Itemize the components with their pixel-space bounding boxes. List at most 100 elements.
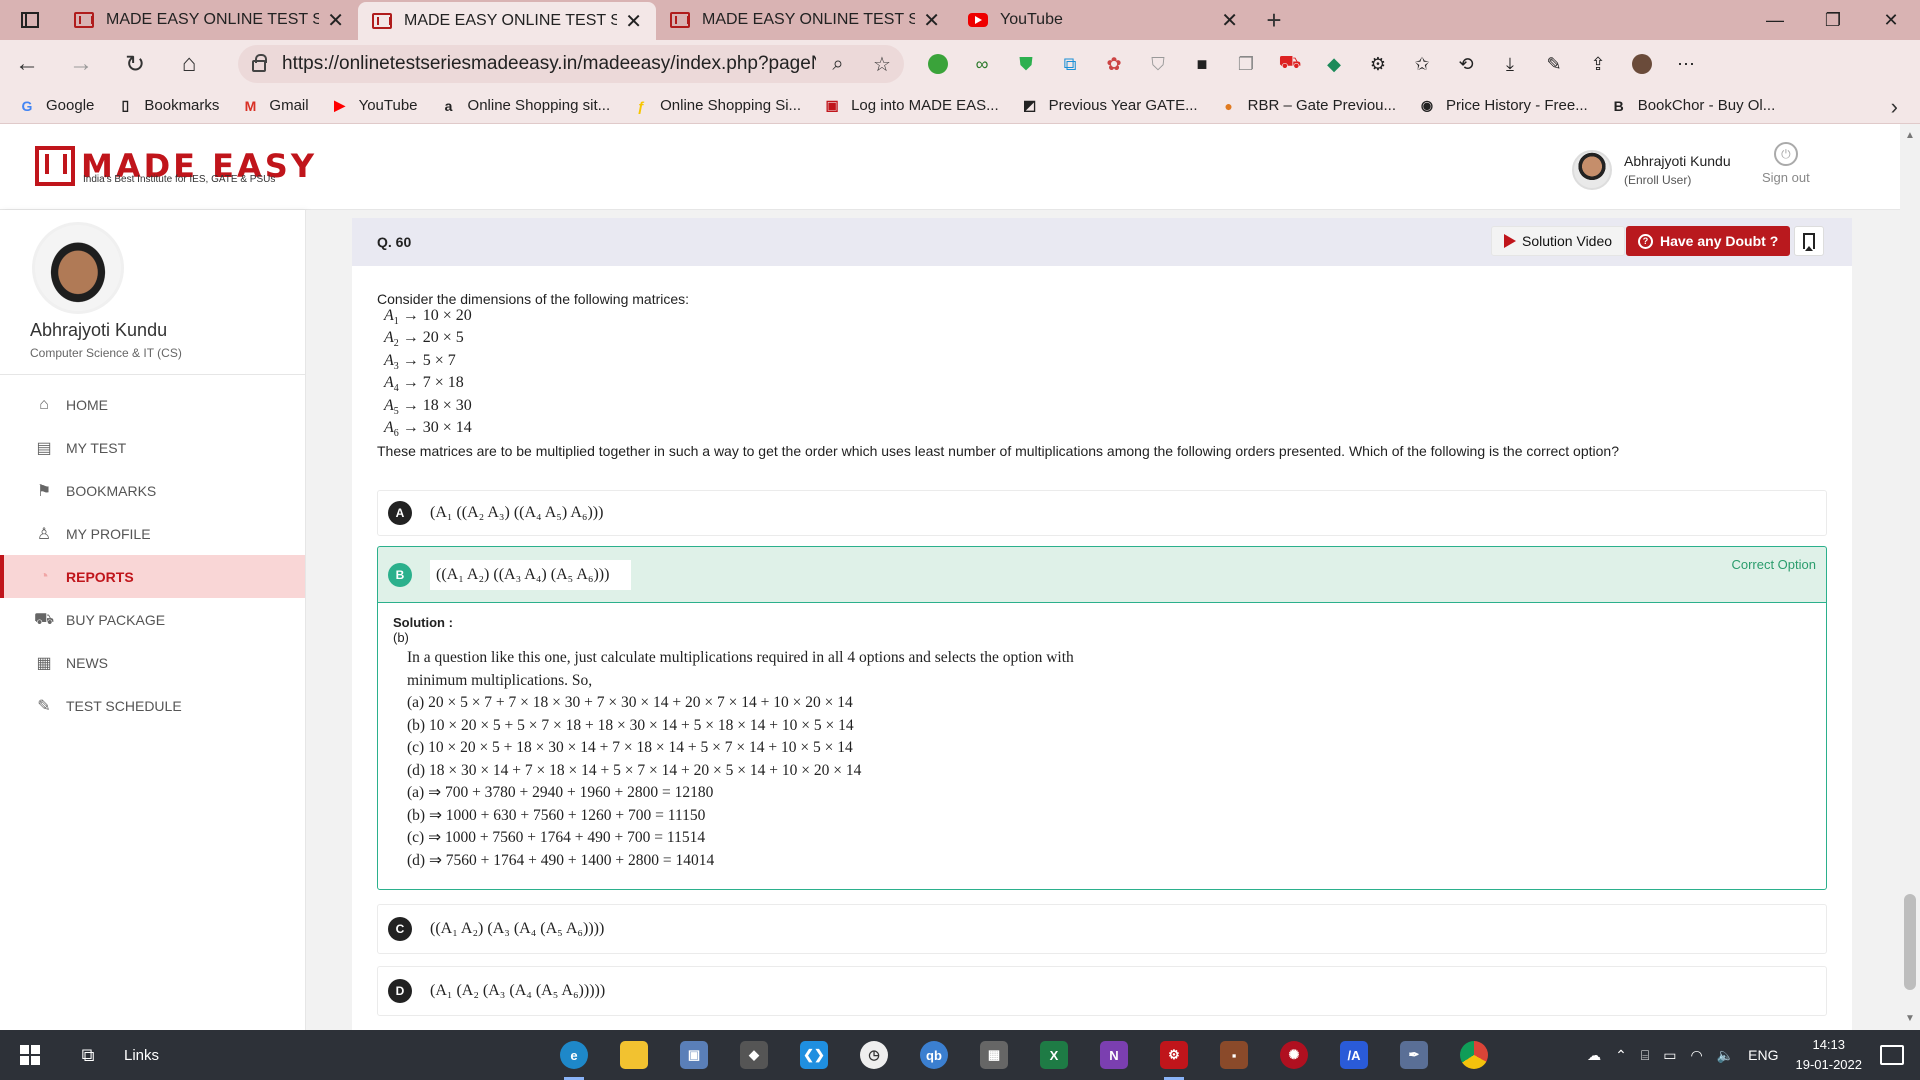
excel-icon[interactable]: X (1024, 1030, 1084, 1080)
chrome-icon[interactable] (1444, 1030, 1504, 1080)
task-view-icon[interactable]: ⧉ (60, 1045, 116, 1066)
extension-brain-icon[interactable]: ✿ (1092, 40, 1136, 88)
links-toolbar[interactable]: Links (124, 1047, 159, 1064)
tab-close-icon[interactable]: ✕ (923, 8, 940, 33)
qbittorrent-icon[interactable]: qb (904, 1030, 964, 1080)
edge-app-icon[interactable]: e (544, 1030, 604, 1080)
battery-icon[interactable]: ▭ (1663, 1047, 1676, 1064)
bookmark-rbr[interactable]: ● RBR – Gate Previou... (1220, 97, 1396, 115)
tray-chevron-up-icon[interactable]: ⌃ (1615, 1047, 1627, 1064)
sign-out-button[interactable]: ⏻ Sign out (1762, 142, 1810, 185)
notifications-icon[interactable] (1880, 1045, 1904, 1065)
browser-tab-3[interactable]: MADE EASY ONLINE TEST SERIES ✕ (656, 0, 954, 40)
extension-badge-icon[interactable]: ◆ (1312, 40, 1356, 88)
app-blue-icon[interactable]: /A (1324, 1030, 1384, 1080)
language-indicator[interactable]: ENG (1748, 1047, 1778, 1063)
sidebar-item-test-schedule[interactable]: ✎ TEST SCHEDULE (0, 684, 305, 727)
page-scrollbar[interactable]: ▲ ▼ (1900, 124, 1920, 1030)
file-explorer-icon[interactable] (604, 1030, 664, 1080)
bookmark-gmail[interactable]: M Gmail (241, 97, 309, 115)
madeeasy-app-icon[interactable]: ⚙ (1144, 1030, 1204, 1080)
scroll-down-icon[interactable]: ▼ (1905, 1013, 1915, 1024)
home-browser-icon[interactable]: ⌂ (162, 40, 216, 88)
browser-tab-4[interactable]: YouTube ✕ (954, 0, 1252, 40)
taskbar-clock[interactable]: 14:13 19-01-2022 (1796, 1035, 1863, 1075)
app-red-icon[interactable]: ✺ (1264, 1030, 1324, 1080)
sidebar-item-reports[interactable]: ◔ REPORTS (0, 555, 305, 598)
tab-close-icon[interactable]: ✕ (1221, 8, 1238, 33)
volume-icon[interactable]: 🔈 (1717, 1047, 1734, 1064)
bookmark-pricehistory[interactable]: ◉ Price History - Free... (1418, 97, 1588, 115)
onenote-icon[interactable]: N (1084, 1030, 1144, 1080)
address-bar[interactable]: https://onlinetestseriesmadeeasy.in/made… (238, 45, 904, 83)
bookmark-google[interactable]: G Google (18, 97, 95, 115)
forward-icon[interactable]: → (54, 40, 108, 88)
tray-device-icon[interactable]: ⌸ (1641, 1047, 1649, 1064)
extension-cart-icon[interactable]: ⛟ (1268, 40, 1312, 88)
extension-translate-icon[interactable]: ⧉ (1048, 40, 1092, 88)
header-user[interactable]: Abhrajyoti Kundu (Enroll User) (1572, 150, 1731, 190)
reload-icon[interactable]: ↻ (108, 40, 162, 88)
profile-avatar-icon[interactable] (1620, 40, 1664, 88)
menu-more-icon[interactable]: ⋯ (1664, 40, 1708, 88)
windows-start-button[interactable] (0, 1030, 60, 1080)
wifi-icon[interactable]: ◠ (1691, 1047, 1703, 1064)
chevron-right-icon[interactable]: › (1891, 94, 1898, 120)
browser-tab-1[interactable]: MADE EASY ONLINE TEST SERIES ✕ (60, 0, 358, 40)
app-pen-icon[interactable]: ✒ (1384, 1030, 1444, 1080)
have-doubt-button[interactable]: ? Have any Doubt ? (1626, 226, 1791, 256)
bookmark-bookmarks[interactable]: ▯ Bookmarks (116, 97, 220, 115)
add-favorite-icon[interactable]: ☆ (860, 52, 904, 77)
bookmark-youtube[interactable]: ▶ YouTube (331, 97, 417, 115)
app-brown-icon[interactable]: ▪ (1204, 1030, 1264, 1080)
url-text[interactable]: https://onlinetestseriesmadeeasy.in/made… (282, 53, 816, 75)
sidebar-item-bookmarks[interactable]: ⚑ BOOKMARKS (0, 469, 305, 512)
vscode-icon[interactable]: ❮❯ (784, 1030, 844, 1080)
extension-glasses-icon[interactable]: ∞ (960, 40, 1004, 88)
zoom-icon[interactable]: ⌕ (816, 53, 860, 76)
made-easy-logo[interactable]: MADE EASY India's Best Institute for IES… (35, 146, 317, 186)
extension-plus-icon[interactable] (916, 40, 960, 88)
share-icon[interactable]: ⇪ (1576, 40, 1620, 88)
inkscape-icon[interactable]: ◆ (724, 1030, 784, 1080)
extension-game-icon[interactable]: ■ (1180, 40, 1224, 88)
new-tab-button[interactable]: + (1252, 0, 1296, 40)
collections-icon[interactable]: ✎ (1532, 40, 1576, 88)
minimize-icon[interactable]: — (1746, 0, 1804, 40)
bookmark-bookchor[interactable]: B BookChor - Buy Ol... (1610, 97, 1776, 115)
option-c[interactable]: C ((A₁ A₂) (A₃ (A₄ (A₅ A₆)))) (377, 904, 1827, 954)
browser-tab-2[interactable]: MADE EASY ONLINE TEST SERIES ✕ (358, 2, 656, 40)
close-window-icon[interactable]: ✕ (1862, 0, 1920, 40)
extension-shield-icon[interactable]: ⛊ (1004, 40, 1048, 88)
solution-video-button[interactable]: Solution Video (1491, 226, 1626, 256)
calculator-icon[interactable]: ▦ (964, 1030, 1024, 1080)
downloads-icon[interactable]: ⤓ (1488, 40, 1532, 88)
history-icon[interactable]: ⟲ (1444, 40, 1488, 88)
option-a[interactable]: A (A₁ ((A₂ A₃) ((A₄ A₅) A₆))) (377, 490, 1827, 536)
lock-icon[interactable] (252, 54, 267, 72)
extension-privacy-icon[interactable]: ⛉ (1136, 40, 1180, 88)
tab-actions-icon[interactable] (0, 0, 60, 40)
sidebar-item-news[interactable]: ▦ NEWS (0, 641, 305, 684)
clock-app-icon[interactable]: ◷ (844, 1030, 904, 1080)
bookmark-madeeasy[interactable]: ▣ Log into MADE EAS... (823, 97, 998, 115)
bookmark-question-button[interactable] (1794, 226, 1824, 256)
option-d[interactable]: D (A₁ (A₂ (A₃ (A₄ (A₅ A₆))))) (377, 966, 1827, 1016)
tab-close-icon[interactable]: ✕ (625, 9, 642, 34)
restore-icon[interactable]: ❐ (1804, 0, 1862, 40)
scrollbar-thumb[interactable] (1904, 894, 1916, 990)
favorites-icon[interactable]: ✩ (1400, 40, 1444, 88)
bookmark-flipkart[interactable]: ƒ Online Shopping Si... (632, 97, 801, 115)
virtualbox-icon[interactable]: ▣ (664, 1030, 724, 1080)
option-b[interactable]: B ((A₁ A₂) ((A₃ A₄) (A₅ A₆))) Correct Op… (377, 546, 1827, 602)
tab-close-icon[interactable]: ✕ (327, 8, 344, 33)
sidebar-item-buy-package[interactable]: ⛟ BUY PACKAGE (0, 598, 305, 641)
bookmark-amazon[interactable]: a Online Shopping sit... (440, 97, 611, 115)
extensions-puzzle-icon[interactable]: ⚙ (1356, 40, 1400, 88)
sidebar-item-home[interactable]: ⌂ HOME (0, 383, 305, 426)
sidebar-item-my-profile[interactable]: ♙ MY PROFILE (0, 512, 305, 555)
extension-copy-icon[interactable]: ❐ (1224, 40, 1268, 88)
bookmark-gate[interactable]: ◩ Previous Year GATE... (1021, 97, 1198, 115)
scroll-up-icon[interactable]: ▲ (1905, 130, 1915, 141)
sidebar-item-my-test[interactable]: ▤ MY TEST (0, 426, 305, 469)
